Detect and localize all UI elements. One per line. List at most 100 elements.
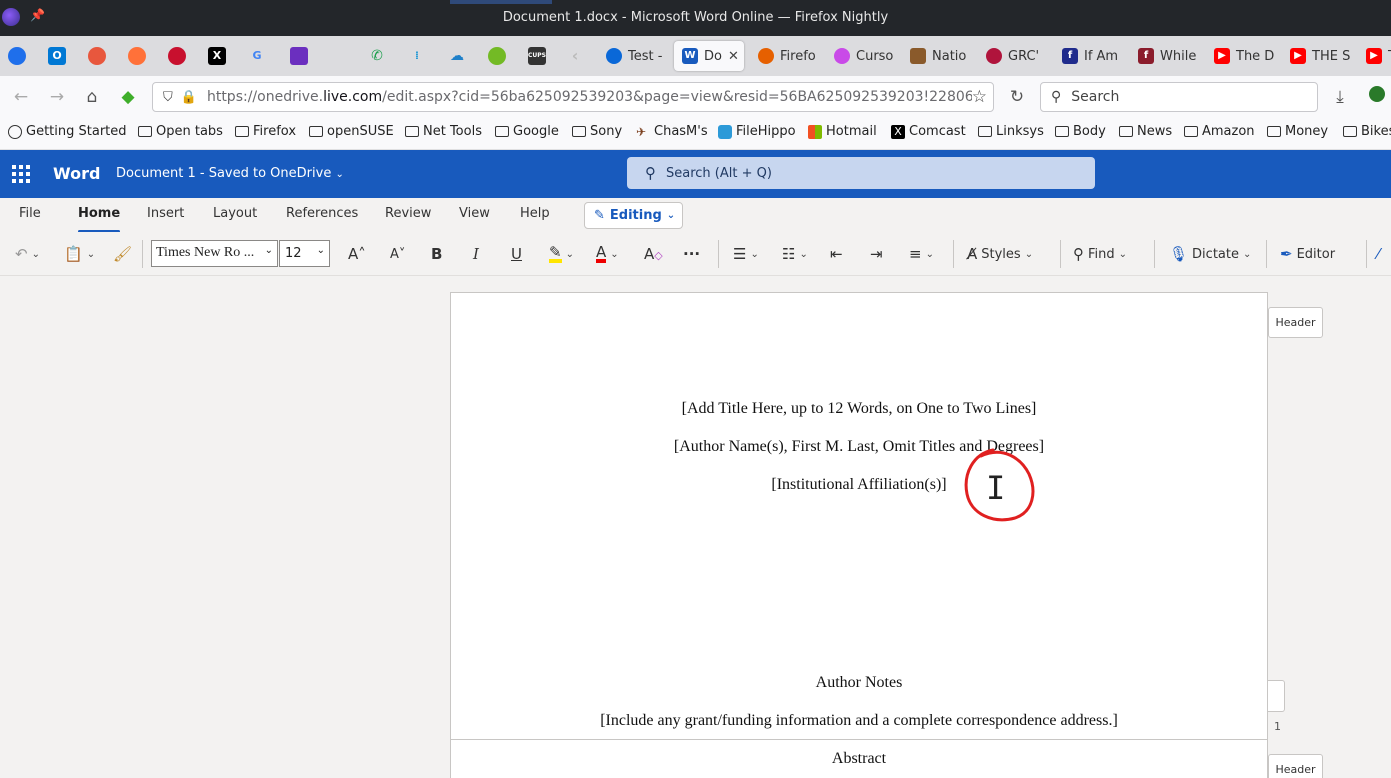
close-tab-icon[interactable]: ✕ bbox=[728, 49, 739, 64]
extension-icon[interactable]: ◆ bbox=[117, 86, 139, 108]
firefox-pinned-icon[interactable] bbox=[128, 47, 146, 65]
abstract-heading[interactable]: Abstract bbox=[451, 750, 1267, 768]
app-launcher-icon[interactable] bbox=[12, 165, 30, 183]
highlight-button[interactable]: ✎ ⌄ bbox=[549, 243, 574, 265]
bookmark-sony[interactable]: Sony bbox=[572, 124, 622, 139]
bullets-button[interactable]: ☰ ⌄ bbox=[733, 243, 759, 265]
reload-icon[interactable]: ↻ bbox=[1006, 86, 1028, 108]
page-number-tab[interactable] bbox=[1268, 680, 1285, 712]
increase-indent-button[interactable]: ⇥ bbox=[870, 243, 883, 265]
align-button[interactable]: ≡ ⌄ bbox=[909, 243, 934, 265]
url-bar[interactable]: ⛉ 🔒 https://onedrive.live.com/edit.aspx?… bbox=[152, 82, 994, 112]
tab-help[interactable]: Help bbox=[520, 206, 550, 221]
tab-firefox[interactable]: Firefo bbox=[750, 41, 820, 71]
download-cloud-icon[interactable]: ☁ bbox=[448, 47, 466, 65]
bold-button[interactable]: B bbox=[431, 243, 442, 265]
bookmark-money[interactable]: Money bbox=[1267, 124, 1328, 139]
underline-button[interactable]: U bbox=[511, 243, 522, 265]
bookmark-hotmail[interactable]: Hotmail bbox=[808, 124, 877, 139]
tabs-scroll-left-icon[interactable]: ‹ bbox=[566, 47, 584, 65]
header-button-page-2[interactable]: Header bbox=[1268, 754, 1323, 778]
bird-icon[interactable] bbox=[168, 47, 186, 65]
back-arrow-icon[interactable]: ← bbox=[10, 86, 32, 108]
numbering-button[interactable]: ☷ ⌄ bbox=[782, 243, 808, 265]
clear-formatting-button[interactable]: A◇ bbox=[644, 243, 663, 265]
tab-references[interactable]: References bbox=[286, 206, 358, 221]
tab-cursor[interactable]: Curso bbox=[826, 41, 896, 71]
bookmark-google[interactable]: Google bbox=[495, 124, 559, 139]
bookmark-amazon[interactable]: Amazon bbox=[1184, 124, 1255, 139]
bookmark-news[interactable]: News bbox=[1119, 124, 1172, 139]
document-page-1[interactable]: [Add Title Here, up to 12 Words, on One … bbox=[450, 292, 1268, 740]
bookmark-filehippo[interactable]: FileHippo bbox=[718, 124, 796, 139]
font-color-button[interactable]: A ⌄ bbox=[596, 243, 619, 265]
author-placeholder[interactable]: [Author Name(s), First M. Last, Omit Tit… bbox=[451, 438, 1267, 456]
tab-national[interactable]: Natio bbox=[902, 41, 972, 71]
tab-review[interactable]: Review bbox=[385, 206, 431, 221]
cups-icon[interactable]: CUPS bbox=[528, 47, 546, 65]
shrink-font-button[interactable]: A˅ bbox=[390, 243, 405, 265]
tab-file[interactable]: File bbox=[19, 206, 41, 221]
bookmark-bikes[interactable]: Bikes bbox=[1343, 124, 1391, 139]
firefox-icon[interactable] bbox=[88, 47, 106, 65]
browser-search-input[interactable]: ⚲ Search bbox=[1040, 82, 1318, 112]
bookmark-chasms[interactable]: ✈ ChasM's bbox=[636, 124, 708, 139]
font-name-select[interactable]: Times New Ro ... ⌄ bbox=[151, 240, 278, 267]
download-icon[interactable]: ⤓ bbox=[1329, 86, 1351, 108]
bookmark-comcast[interactable]: X Comcast bbox=[891, 124, 966, 139]
undo-button[interactable]: ↶ ⌄ bbox=[15, 243, 40, 265]
more-options-button[interactable]: ··· bbox=[683, 243, 700, 265]
podcast-icon[interactable] bbox=[290, 47, 308, 65]
bookmark-net-tools[interactable]: Net Tools bbox=[405, 124, 482, 139]
paste-button[interactable]: 📋 ⌄ bbox=[64, 243, 95, 265]
styles-button[interactable]: A̸ Styles ⌄ bbox=[967, 243, 1033, 265]
tab-layout[interactable]: Layout bbox=[213, 206, 257, 221]
bookmark-star-icon[interactable]: ☆ bbox=[972, 87, 987, 107]
tab-test[interactable]: Test - bbox=[598, 41, 670, 71]
format-painter-button[interactable]: 🖌 bbox=[113, 243, 132, 265]
home-icon[interactable]: ⌂ bbox=[81, 86, 103, 108]
outlook-icon[interactable]: O bbox=[48, 47, 66, 65]
tab-if-am[interactable]: f If Am bbox=[1054, 41, 1124, 71]
document-page-2[interactable]: Abstract bbox=[450, 739, 1268, 778]
tab-the-s[interactable]: ▶ THE S bbox=[1282, 41, 1352, 71]
x-icon[interactable]: X bbox=[208, 47, 226, 65]
decrease-indent-button[interactable]: ⇤ bbox=[830, 243, 843, 265]
bookmark-opensuse[interactable]: openSUSE bbox=[309, 124, 394, 139]
tab-grc[interactable]: GRC' bbox=[978, 41, 1048, 71]
tab-insert[interactable]: Insert bbox=[147, 206, 184, 221]
document-title-button[interactable]: Document 1 - Saved to OneDrive ⌄ bbox=[116, 166, 344, 181]
bookmark-open-tabs[interactable]: Open tabs bbox=[138, 124, 223, 139]
bookmark-body[interactable]: Body bbox=[1055, 124, 1106, 139]
dictate-button[interactable]: 🎙 Dictate ⌄ bbox=[1169, 243, 1251, 265]
tab-the-d[interactable]: ▶ The D bbox=[1206, 41, 1276, 71]
url-text[interactable]: https://onedrive.live.com/edit.aspx?cid=… bbox=[207, 89, 972, 105]
messenger-icon[interactable] bbox=[8, 47, 26, 65]
profile-avatar[interactable] bbox=[1366, 86, 1388, 108]
tab-while[interactable]: f While bbox=[1130, 41, 1200, 71]
opensuse-icon[interactable] bbox=[488, 47, 506, 65]
find-button[interactable]: ⚲ Find ⌄ bbox=[1073, 243, 1127, 265]
tab-t[interactable]: ▶ T bbox=[1358, 41, 1391, 71]
title-placeholder[interactable]: [Add Title Here, up to 12 Words, on One … bbox=[451, 400, 1267, 418]
google-icon[interactable]: G bbox=[248, 47, 266, 65]
app-name[interactable]: Word bbox=[53, 164, 100, 183]
affiliation-placeholder[interactable]: [Institutional Affiliation(s)] bbox=[451, 476, 1267, 494]
bookmark-getting-started[interactable]: Getting Started bbox=[8, 124, 127, 139]
shield-icon[interactable]: ⛉ bbox=[163, 90, 173, 105]
tab-home[interactable]: Home bbox=[78, 206, 121, 233]
editing-mode-button[interactable]: ✎ Editing ⌄ bbox=[584, 202, 683, 229]
author-notes-text[interactable]: [Include any grant/funding information a… bbox=[451, 712, 1267, 730]
tab-view[interactable]: View bbox=[459, 206, 490, 221]
author-notes-heading[interactable]: Author Notes bbox=[451, 674, 1267, 692]
designer-button[interactable]: ⁄ bbox=[1377, 243, 1380, 265]
tab-document[interactable]: W Do ✕ bbox=[674, 41, 744, 71]
editor-button[interactable]: ✒ Editor bbox=[1280, 243, 1335, 265]
forward-arrow-icon[interactable]: → bbox=[46, 86, 68, 108]
italic-button[interactable]: I bbox=[473, 243, 479, 265]
bookmark-linksys[interactable]: Linksys bbox=[978, 124, 1044, 139]
header-button[interactable]: Header bbox=[1268, 307, 1323, 338]
grow-font-button[interactable]: A˄ bbox=[348, 243, 366, 265]
lock-icon[interactable]: 🔒 bbox=[181, 90, 197, 105]
font-size-select[interactable]: 12 ⌄ bbox=[279, 240, 330, 267]
